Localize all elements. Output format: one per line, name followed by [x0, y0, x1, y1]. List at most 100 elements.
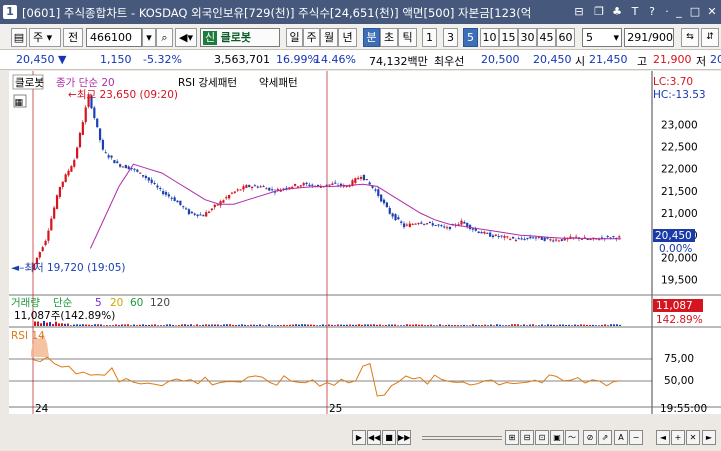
- bookmark-icon[interactable]: ♣: [610, 4, 624, 19]
- interval-3[interactable]: 3: [443, 28, 458, 47]
- volume-bar: [328, 324, 330, 326]
- period-week[interactable]: 주: [303, 28, 320, 47]
- maximize-icon[interactable]: □: [688, 4, 702, 19]
- erase-icon[interactable]: ⊘: [583, 430, 597, 445]
- volume-bar: [424, 325, 426, 326]
- volume-bar: [100, 324, 102, 326]
- interval-5[interactable]: 5: [463, 28, 478, 47]
- zoom-in-icon[interactable]: ⊞: [505, 430, 519, 445]
- volume-bar: [319, 325, 321, 326]
- quote-bar: 20,450 ▼ 1,150 -5.32% 3,563,701 16.99% 1…: [0, 50, 721, 70]
- period-second[interactable]: 초: [380, 28, 398, 47]
- text-tool-icon[interactable]: A: [614, 430, 628, 445]
- candle: [205, 212, 208, 217]
- interval-30[interactable]: 30: [518, 28, 537, 47]
- help-icon[interactable]: ?: [645, 4, 659, 19]
- interval-45[interactable]: 45: [537, 28, 556, 47]
- wave-tool-icon[interactable]: 〜: [565, 430, 579, 445]
- volume-bar: [193, 325, 195, 326]
- minimize-icon[interactable]: _: [672, 4, 686, 19]
- play-button[interactable]: ▶: [352, 430, 366, 445]
- chart-canvas[interactable]: 23,00022,50022,00021,50021,00020,50020,0…: [9, 71, 721, 414]
- search-icon[interactable]: ⌕: [156, 28, 173, 47]
- split-icon[interactable]: ⇵: [701, 28, 719, 47]
- current-price-value: 20,450: [16, 53, 55, 66]
- chart-settings-icon[interactable]: ⇆: [681, 28, 699, 47]
- window-number: 1: [3, 5, 17, 19]
- zoom-slider[interactable]: [422, 436, 502, 440]
- line-tool-icon[interactable]: ⊡: [535, 430, 549, 445]
- interval-60[interactable]: 60: [556, 28, 575, 47]
- candle: [164, 192, 168, 195]
- candle: [331, 183, 334, 185]
- stop-button[interactable]: ■: [382, 430, 396, 445]
- candle: [50, 218, 53, 231]
- candle: [480, 232, 483, 234]
- volume-info: 11,087주(142.89%): [14, 310, 115, 322]
- text-size-icon[interactable]: T: [628, 4, 642, 19]
- volume-bar: [433, 325, 435, 326]
- volume-bar: [289, 324, 291, 326]
- volume-bar: [310, 324, 312, 326]
- chart-area[interactable]: 23,00022,50022,00021,50021,00020,50020,0…: [9, 71, 721, 414]
- volume-bar: [550, 324, 552, 326]
- window-title: [0601] 주식종합차트 - KOSDAQ 외국인보유[729(천)] 주식수…: [22, 6, 532, 20]
- volume-bar: [412, 324, 414, 326]
- volume-bar: [463, 324, 465, 326]
- candle: [520, 238, 523, 240]
- zoom-out-icon[interactable]: ⊟: [520, 430, 534, 445]
- add-icon[interactable]: +: [671, 430, 685, 445]
- settings-icon[interactable]: ▤: [11, 28, 27, 47]
- remove-icon[interactable]: ✕: [686, 430, 700, 445]
- jeon-button[interactable]: 전: [63, 28, 83, 47]
- volume-bar: [409, 324, 411, 326]
- stock-name-field[interactable]: 신 클로봇: [200, 28, 280, 47]
- volume-bar: [427, 325, 429, 326]
- candle: [411, 223, 414, 225]
- fit-icon[interactable]: ▣: [550, 430, 564, 445]
- code-dropdown-icon[interactable]: ▾: [142, 28, 156, 47]
- period-day[interactable]: 일: [286, 28, 303, 47]
- current-pct-tag: 0.00%: [659, 243, 692, 255]
- speaker-icon[interactable]: ◀▾: [175, 28, 197, 47]
- expand-icon[interactable]: ⇗: [598, 430, 612, 445]
- close-icon[interactable]: ✕: [705, 4, 719, 19]
- volume-bar: [208, 324, 210, 326]
- volume-bar: [70, 325, 72, 326]
- candle: [38, 252, 41, 258]
- candle: [133, 168, 136, 170]
- count-select[interactable]: 5 ▾: [582, 28, 622, 47]
- range-input[interactable]: 291/900: [624, 28, 674, 47]
- minus-icon[interactable]: −: [629, 430, 643, 445]
- volume-bar: [115, 324, 117, 326]
- candle: [185, 208, 188, 210]
- volume-bar: [175, 325, 177, 326]
- volume-bar: [343, 324, 345, 326]
- period-tick[interactable]: 틱: [398, 28, 417, 47]
- scroll-right-icon[interactable]: ►: [702, 430, 716, 445]
- period-month[interactable]: 월: [320, 28, 338, 47]
- rewind-button[interactable]: ◀◀: [367, 430, 381, 445]
- interval-15[interactable]: 15: [499, 28, 518, 47]
- volume-bar: [577, 325, 579, 326]
- plot-background: [9, 71, 652, 414]
- volume-bar: [148, 324, 150, 326]
- candle: [58, 187, 62, 197]
- candle: [73, 160, 76, 167]
- volume-bar: [394, 324, 396, 326]
- stock-code-input[interactable]: 466100: [86, 28, 142, 47]
- volume-bar: [214, 324, 216, 326]
- interval-10[interactable]: 10: [480, 28, 499, 47]
- candle: [428, 222, 432, 224]
- scroll-left-icon[interactable]: ◄: [656, 430, 670, 445]
- candle: [167, 194, 171, 197]
- copy-window-icon[interactable]: ❐: [592, 4, 606, 19]
- period-minute[interactable]: 분: [363, 28, 380, 47]
- candle: [268, 187, 271, 191]
- forward-button[interactable]: ▶▶: [397, 430, 411, 445]
- interval-1[interactable]: 1: [422, 28, 437, 47]
- period-year[interactable]: 년: [338, 28, 357, 47]
- volume-bar: [496, 324, 498, 326]
- link-icon[interactable]: ⊟: [572, 4, 586, 19]
- type-select[interactable]: 주 ▾: [29, 28, 61, 47]
